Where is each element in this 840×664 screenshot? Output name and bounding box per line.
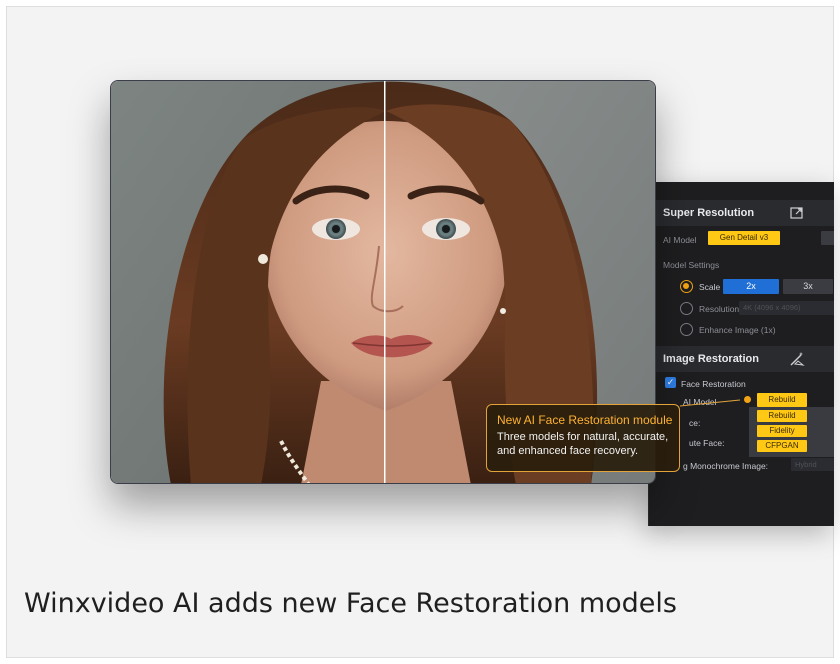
callout-title: New AI Face Restoration module	[497, 413, 673, 427]
partial-label-2: ute Face:	[689, 438, 725, 448]
resolution-radio[interactable]	[680, 302, 693, 315]
sr-ai-model-select[interactable]: Gen Detail v3	[708, 231, 780, 245]
dropdown-option-rebuild[interactable]: Rebuild	[757, 410, 807, 422]
resolution-label: Resolution	[699, 304, 740, 314]
feature-callout: New AI Face Restoration module Three mod…	[486, 404, 680, 472]
enhance-label: Enhance Image (1x)	[699, 325, 776, 335]
sr-ai-model-extra[interactable]	[821, 231, 834, 245]
face-restoration-checkbox[interactable]: ✓	[665, 377, 676, 388]
dropdown-option-cfpgan[interactable]: CFPGAN	[757, 440, 807, 452]
image-restoration-title: Image Restoration	[663, 353, 759, 365]
resolution-field[interactable]: 4K (4096 x 4096)	[739, 301, 834, 315]
ir-ai-model-select[interactable]: Rebuild	[757, 393, 807, 407]
settings-panel: Super Resolution AI Model Gen Detail v3 …	[648, 182, 834, 526]
scale-2x-button[interactable]: 2x	[723, 279, 779, 294]
callout-connector	[680, 399, 741, 407]
monochrome-select[interactable]: Hybrid	[791, 458, 834, 471]
image-restoration-header[interactable]: Image Restoration	[649, 346, 834, 372]
expand-icon[interactable]	[789, 205, 805, 221]
monochrome-label: g Monochrome Image:	[683, 461, 769, 471]
scale-radio[interactable]	[680, 280, 693, 293]
scale-label: Scale	[699, 282, 721, 292]
dropdown-option-fidelity[interactable]: Fidelity	[757, 425, 807, 437]
sr-ai-model-label: AI Model	[663, 235, 697, 245]
super-resolution-header[interactable]: Super Resolution	[649, 200, 834, 226]
scale-3x-button[interactable]: 3x	[783, 279, 833, 294]
face-restoration-label: Face Restoration	[681, 379, 746, 389]
partial-label-1: ce:	[689, 418, 701, 428]
magic-wand-icon[interactable]	[789, 351, 805, 367]
callout-body: Three models for natural, accurate, and …	[497, 431, 669, 457]
super-resolution-title: Super Resolution	[663, 207, 755, 219]
model-settings-label: Model Settings	[663, 260, 720, 270]
enhance-radio[interactable]	[680, 323, 693, 336]
article-caption[interactable]: Winxvideo AI adds new Face Restoration m…	[24, 588, 677, 619]
